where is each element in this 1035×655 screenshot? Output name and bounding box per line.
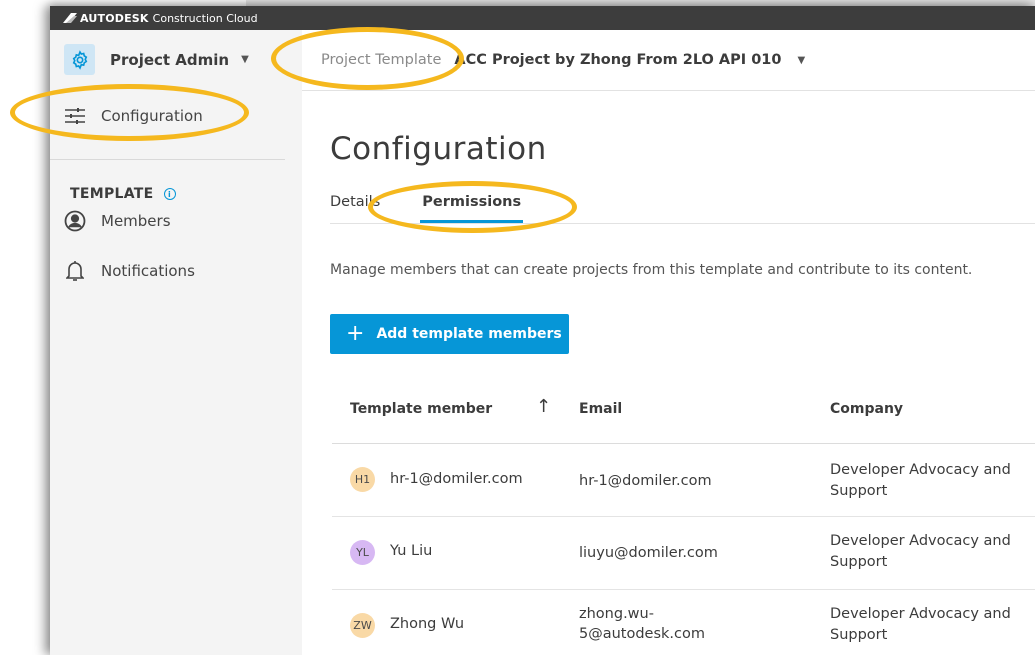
tab-permissions[interactable]: Permissions — [420, 194, 524, 223]
company-line-2: Support — [830, 483, 888, 499]
member-company: Developer Advocacy and Support — [830, 604, 1011, 646]
app-window: AUTODESK Construction Cloud Project Admi… — [50, 6, 1035, 655]
member-name: Yu Liu — [390, 543, 433, 559]
member-company: Developer Advocacy and Support — [830, 531, 1011, 573]
breadcrumb: Project Template ACC Project by Zhong Fr… — [302, 30, 1035, 91]
backdrop — [0, 0, 50, 655]
table-row[interactable]: YL Yu Liu liuyu@domiler.com Developer Ad… — [332, 517, 1035, 590]
avatar: YL — [350, 540, 375, 565]
company-line-2: Support — [830, 554, 888, 570]
member-name: hr-1@domiler.com — [390, 471, 523, 487]
page-title: Configuration — [330, 131, 547, 167]
sidebar: Project Admin ▼ Configuration TEMPLATE i — [50, 30, 302, 655]
info-icon[interactable]: i — [163, 188, 176, 200]
member-company: Developer Advocacy and Support — [830, 460, 1011, 502]
divider — [330, 223, 1035, 224]
column-header-email[interactable]: Email — [579, 401, 622, 417]
company-line-1: Developer Advocacy and — [830, 533, 1011, 549]
chevron-down-icon[interactable]: ▼ — [797, 55, 805, 66]
member-email: liuyu@domiler.com — [579, 545, 718, 561]
breadcrumb-parent[interactable]: Project Template — [321, 52, 441, 68]
autodesk-logo-icon — [63, 13, 77, 23]
divider — [50, 159, 285, 160]
top-bar: AUTODESK Construction Cloud — [50, 6, 1035, 30]
sidebar-item-notifications[interactable]: Notifications — [64, 260, 195, 282]
main-content: Configuration Details Permissions Manage… — [302, 91, 1035, 655]
product-name: Construction Cloud — [152, 11, 258, 25]
sort-arrow-up-icon[interactable]: ↑ — [536, 396, 551, 417]
user-circle-icon — [64, 210, 86, 232]
company-line-1: Developer Advocacy and — [830, 462, 1011, 478]
table-row[interactable]: ZW Zhong Wu zhong.wu- 5@autodesk.com Dev… — [332, 590, 1035, 655]
sidebar-item-label: Notifications — [101, 262, 195, 280]
sidebar-item-configuration[interactable]: Configuration — [64, 105, 203, 127]
avatar: H1 — [350, 467, 375, 492]
plus-icon: + — [346, 321, 365, 346]
member-email: zhong.wu- 5@autodesk.com — [579, 604, 705, 644]
avatar: ZW — [350, 613, 375, 638]
members-table: Template member ↑ Email Company H1 hr-1@… — [332, 376, 1035, 655]
section-label: TEMPLATE — [70, 186, 154, 202]
member-email: hr-1@domiler.com — [579, 473, 712, 489]
project-admin-selector[interactable]: Project Admin ▼ — [64, 44, 249, 75]
table-row[interactable]: H1 hr-1@domiler.com hr-1@domiler.com Dev… — [332, 444, 1035, 517]
email-line-2: 5@autodesk.com — [579, 626, 706, 642]
brand-name: AUTODESK — [80, 11, 149, 25]
company-line-1: Developer Advocacy and — [830, 606, 1011, 622]
column-header-member[interactable]: Template member — [350, 401, 492, 417]
chevron-down-icon: ▼ — [241, 54, 249, 65]
add-template-members-button[interactable]: + Add template members — [330, 314, 569, 354]
email-line-1: zhong.wu- — [579, 606, 654, 622]
breadcrumb-current[interactable]: ACC Project by Zhong From 2LO API 010 — [454, 52, 781, 68]
description-text: Manage members that can create projects … — [330, 262, 973, 278]
table-header: Template member ↑ Email Company — [332, 376, 1035, 444]
sliders-icon — [64, 105, 86, 127]
gear-icon — [64, 44, 95, 75]
sidebar-title: Project Admin — [110, 50, 230, 69]
member-name: Zhong Wu — [390, 616, 465, 632]
column-header-company[interactable]: Company — [830, 401, 903, 417]
sidebar-item-label: Members — [101, 212, 171, 230]
tab-details[interactable]: Details — [330, 194, 380, 223]
sidebar-item-members[interactable]: Members — [64, 210, 171, 232]
tab-bar: Details Permissions — [330, 194, 563, 223]
bell-icon — [64, 260, 86, 282]
company-line-2: Support — [830, 627, 888, 643]
sidebar-item-label: Configuration — [101, 107, 203, 125]
button-label: Add template members — [376, 326, 562, 342]
section-heading: TEMPLATE i — [70, 186, 176, 202]
